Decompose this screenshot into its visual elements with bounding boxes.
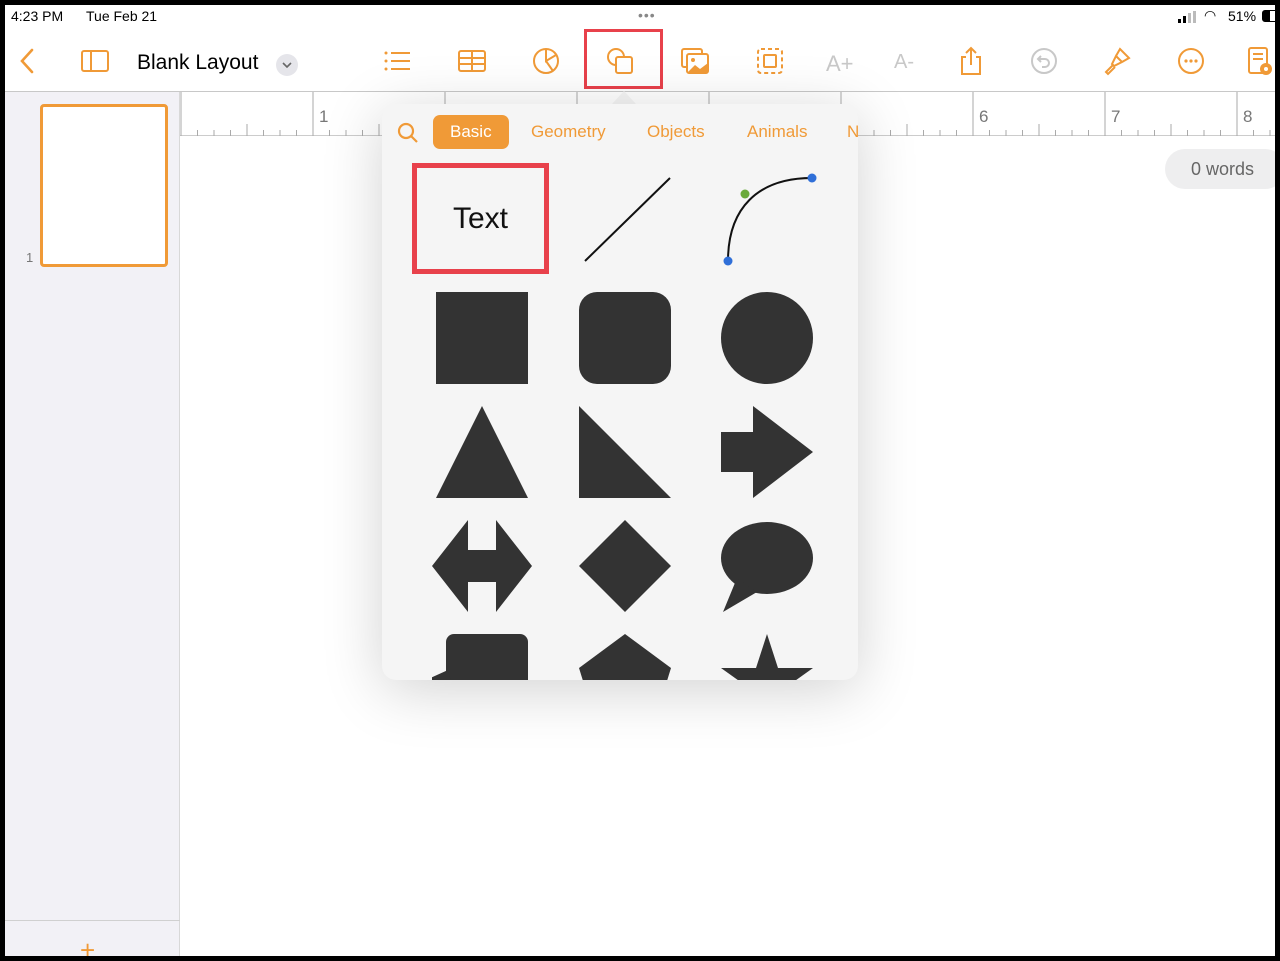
tab-animals[interactable]: Animals bbox=[730, 115, 824, 149]
popover-arrow bbox=[612, 91, 636, 104]
ruler-label: 1 bbox=[319, 107, 328, 126]
shape-rounded-square[interactable] bbox=[575, 288, 675, 388]
share-icon bbox=[961, 46, 981, 75]
back-button[interactable] bbox=[10, 43, 46, 79]
chart-button[interactable] bbox=[528, 43, 564, 79]
format-brush-icon bbox=[1104, 47, 1131, 76]
more-icon bbox=[1178, 48, 1204, 74]
back-chevron-icon bbox=[20, 48, 34, 74]
reading-view-button[interactable] bbox=[1241, 43, 1275, 79]
battery-level: 51% bbox=[1228, 8, 1257, 24]
word-count-badge[interactable]: 0 words bbox=[1165, 149, 1275, 189]
shape-circle[interactable] bbox=[717, 288, 817, 388]
more-button[interactable] bbox=[1173, 43, 1209, 79]
multitask-dots-icon[interactable]: ••• bbox=[638, 7, 656, 23]
table-button[interactable] bbox=[454, 43, 490, 79]
divider bbox=[5, 920, 180, 921]
status-date: Tue Feb 21 bbox=[86, 8, 158, 24]
chart-icon bbox=[533, 48, 559, 74]
font-increase-icon: A+ bbox=[826, 51, 854, 76]
shape-line[interactable] bbox=[575, 169, 675, 269]
shapes-popover: Basic Geometry Objects Animals N Text bbox=[382, 104, 858, 680]
screen: 4:23 PM Tue Feb 21 ••• ◠ 51% Blank Layou… bbox=[5, 5, 1275, 956]
page-thumbnails-sidebar: 1 + bbox=[5, 92, 180, 956]
status-time: 4:23 PM bbox=[11, 8, 64, 24]
signal-icon bbox=[1178, 10, 1200, 26]
shape-square[interactable] bbox=[432, 288, 532, 388]
reading-view-icon bbox=[1248, 47, 1272, 75]
undo-icon bbox=[1031, 48, 1057, 74]
add-page-button[interactable]: + bbox=[80, 935, 95, 956]
title-menu-button[interactable] bbox=[276, 54, 298, 76]
media-icon bbox=[681, 48, 709, 74]
list-button[interactable] bbox=[379, 43, 415, 79]
font-decrease-icon: A- bbox=[894, 51, 914, 73]
arrange-button[interactable] bbox=[752, 43, 788, 79]
shape-speech-bubble[interactable] bbox=[717, 516, 817, 616]
search-icon[interactable] bbox=[396, 121, 420, 145]
sidebar-icon bbox=[81, 50, 109, 72]
format-button[interactable] bbox=[1099, 43, 1135, 79]
table-icon bbox=[458, 50, 486, 72]
shape-curve[interactable] bbox=[717, 169, 817, 269]
battery-icon bbox=[1262, 10, 1275, 22]
list-icon bbox=[384, 51, 410, 71]
ruler-label: 7 bbox=[1111, 107, 1120, 126]
tab-objects[interactable]: Objects bbox=[630, 115, 722, 149]
document-title[interactable]: Blank Layout bbox=[137, 51, 258, 75]
media-button[interactable] bbox=[677, 43, 713, 79]
shape-triangle[interactable] bbox=[432, 402, 532, 502]
ruler-label: 6 bbox=[979, 107, 988, 126]
sidebar-toggle-button[interactable] bbox=[77, 43, 113, 79]
shapes-icon bbox=[607, 48, 633, 74]
shape-text-box[interactable]: Text bbox=[412, 163, 549, 274]
ruler-label: 8 bbox=[1243, 107, 1252, 126]
page-number: 1 bbox=[26, 250, 34, 265]
status-bar: 4:23 PM Tue Feb 21 ••• ◠ 51% bbox=[5, 5, 1275, 29]
tab-more[interactable]: N bbox=[830, 115, 858, 149]
shape-diamond[interactable] bbox=[575, 516, 675, 616]
shape-pentagon[interactable] bbox=[575, 630, 675, 680]
shape-callout-square[interactable] bbox=[432, 630, 532, 680]
toolbar: Blank Layout A+ A- bbox=[5, 29, 1275, 92]
wifi-icon: ◠ bbox=[1204, 7, 1217, 23]
shape-arrow-right[interactable] bbox=[717, 402, 817, 502]
shapes-button[interactable] bbox=[602, 43, 638, 79]
chevron-down-icon bbox=[282, 62, 292, 68]
text-item-label: Text bbox=[452, 201, 509, 235]
tab-basic[interactable]: Basic bbox=[433, 115, 509, 149]
shape-star[interactable] bbox=[717, 630, 817, 680]
page-thumbnail[interactable] bbox=[40, 104, 168, 267]
shape-right-triangle[interactable] bbox=[575, 402, 675, 502]
share-button[interactable] bbox=[953, 43, 989, 79]
arrange-icon bbox=[757, 48, 783, 74]
tab-geometry[interactable]: Geometry bbox=[514, 115, 623, 149]
undo-button[interactable] bbox=[1026, 43, 1062, 79]
shape-double-arrow[interactable] bbox=[432, 516, 532, 616]
